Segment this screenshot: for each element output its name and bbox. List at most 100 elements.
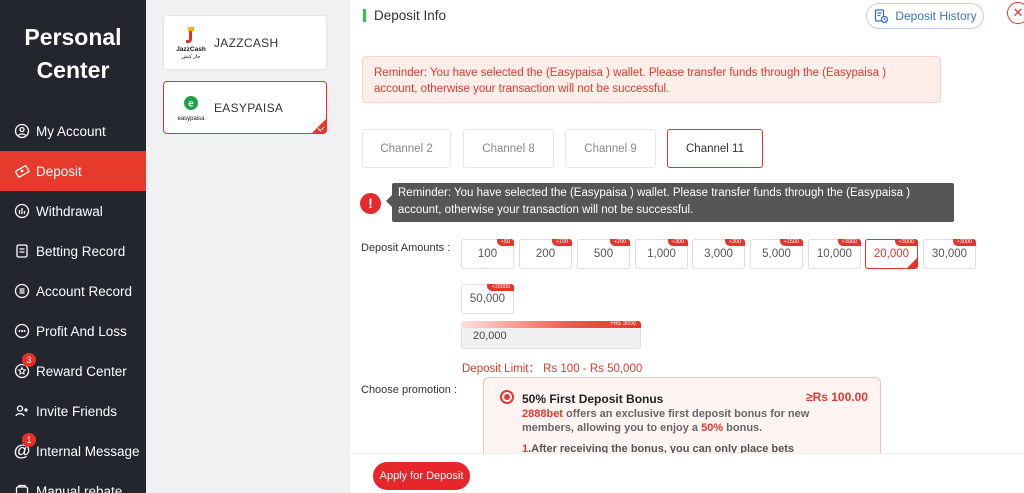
sidebar-item-my-account[interactable]: My Account [0,111,146,151]
sidebar-item-profit-and-loss[interactable]: Profit And Loss [0,311,146,351]
wallet-list: JazzCash جاز کیش JAZZCASH e easypaisa EA… [146,0,350,493]
promotion-radio[interactable] [500,390,514,404]
sidebar-item-label: Account Record [36,283,133,299]
sidebar-item-betting-record[interactable]: Betting Record [0,231,146,271]
amount-value: 500 [593,248,614,260]
close-icon[interactable]: ✕ [1007,2,1024,24]
brand-name: 2888bet [522,408,563,420]
message-badge: 1 [22,433,36,447]
wallet-name: EASYPAISA [214,100,284,115]
amount-value: 50,000 [469,293,506,305]
bonus-tag: +3000 [894,239,918,246]
sidebar-item-label: Betting Record [36,243,126,259]
promotion-title: 50% First Deposit Bonus [522,392,664,406]
amount-option[interactable]: +100 200 [519,239,572,269]
warning-icon[interactable]: ! [360,193,381,214]
amount-value: 30,000 [931,248,968,260]
amount-option[interactable]: +1500 5,000 [750,239,803,269]
rebate-icon [14,483,30,493]
sidebar-item-invite-friends[interactable]: Invite Friends [0,391,146,431]
sidebar-item-account-record[interactable]: Account Record [0,271,146,311]
amount-input-value: 20,000 [473,330,507,342]
sidebar-item-internal-message[interactable]: @ 1 Internal Message [0,431,146,471]
sidebar-item-label: Profit And Loss [36,323,127,339]
svg-text:e: e [188,98,194,109]
amount-option[interactable]: +300 1,000 [635,239,688,269]
action-footer: Apply for Deposit [350,453,1024,493]
deposit-icon [14,163,30,179]
page-title: Deposit Info [374,8,447,23]
amount-value: 1,000 [647,248,676,260]
amount-option[interactable]: +50 100 [461,239,514,269]
choose-promotion-label: Choose promotion : [361,384,457,396]
svg-text:جاز کیش: جاز کیش [182,54,201,60]
promotion-desc-text: bonus. [723,421,763,434]
amount-value: 200 [535,248,556,260]
jazzcash-logo: JazzCash جاز کیش [168,23,214,63]
account-record-icon [14,283,30,299]
amount-value: 5,000 [762,248,791,260]
sidebar-item-label: Withdrawal [36,203,103,219]
wallet-card-easypaisa[interactable]: e easypaisa EASYPAISA [163,81,327,134]
svg-text:JazzCash: JazzCash [176,46,206,53]
bonus-tag: +50 [496,239,514,246]
amount-option[interactable]: +300 3,000 [692,239,745,269]
bonus-tag: +3000 [952,239,976,246]
deposit-history-label: Deposit History [895,9,977,23]
amount-input[interactable]: +Rs 3000 20,000 [461,321,641,349]
promotion-min-amount: ≥Rs 100.00 [806,390,868,404]
sidebar: Personal Center My Account Deposit Withd… [0,0,146,493]
deposit-panel: Deposit Info Deposit History ✕ Reminder:… [350,0,1024,493]
sidebar-item-label: Reward Center [36,363,127,379]
channel-tab-8[interactable]: Channel 8 [463,129,554,168]
amount-option-selected[interactable]: +3000 20,000 [865,239,918,269]
promotion-desc-text: offers an exclusive first deposit bonus … [522,408,810,434]
amount-option[interactable]: +3000 10,000 [808,239,861,269]
history-doc-icon [875,9,889,24]
sidebar-item-label: My Account [36,123,106,139]
bonus-percent: 50% [701,421,724,434]
deposit-amounts-label: Deposit Amounts : [361,242,451,254]
channel-tab-9[interactable]: Channel 9 [565,129,656,168]
invite-friends-icon [14,403,30,419]
reward-badge: 3 [22,353,36,367]
bonus-tag: +300 [667,239,688,246]
bonus-tag: +3000 [837,239,861,246]
svg-text:easypaisa: easypaisa [177,116,205,122]
sidebar-item-deposit[interactable]: Deposit [0,151,146,191]
bonus-tag: +20000 [487,284,514,291]
sidebar-item-label: Manual rebate [36,483,123,493]
amount-value: 3,000 [704,248,733,260]
selected-check-icon [312,119,326,133]
selected-check-icon [907,258,917,268]
amount-option[interactable]: +20000 50,000 [461,284,514,314]
sidebar-item-reward-center[interactable]: 3 Reward Center [0,351,146,391]
bonus-strip-text: +Rs 3000 [610,321,636,327]
sidebar-item-label: Internal Message [36,443,140,459]
wallet-name: JAZZCASH [214,35,279,50]
sidebar-item-label: Deposit [36,163,82,179]
bonus-tag: +1500 [779,239,803,246]
withdrawal-icon [14,203,30,219]
amount-option[interactable]: +200 500 [577,239,630,269]
header-accent-bar [363,9,366,22]
sidebar-item-withdrawal[interactable]: Withdrawal [0,191,146,231]
promotion-description: 2888bet offers an exclusive first deposi… [522,408,852,435]
reminder-banner: Reminder: You have selected the (Easypai… [362,56,941,103]
profit-loss-icon [14,323,30,339]
sidebar-item-label: Invite Friends [36,403,118,419]
deposit-history-button[interactable]: Deposit History [866,3,984,29]
sidebar-title: Personal Center [24,24,122,83]
bonus-tag: +100 [551,239,572,246]
user-circle-icon [14,123,30,139]
reminder-tooltip: Reminder: You have selected the (Easypai… [386,183,954,222]
amount-option[interactable]: +3000 30,000 [923,239,976,269]
amount-value: 100 [477,248,498,260]
wallet-card-jazzcash[interactable]: JazzCash جاز کیش JAZZCASH [163,15,327,70]
channel-tab-2[interactable]: Channel 2 [362,129,451,168]
sidebar-item-manual-rebate[interactable]: Manual rebate [0,471,146,493]
channel-tab-11[interactable]: Channel 11 [667,129,763,168]
apply-for-deposit-button[interactable]: Apply for Deposit [373,462,470,490]
bonus-tag: +200 [609,239,630,246]
easypaisa-logo: e easypaisa [168,88,214,128]
